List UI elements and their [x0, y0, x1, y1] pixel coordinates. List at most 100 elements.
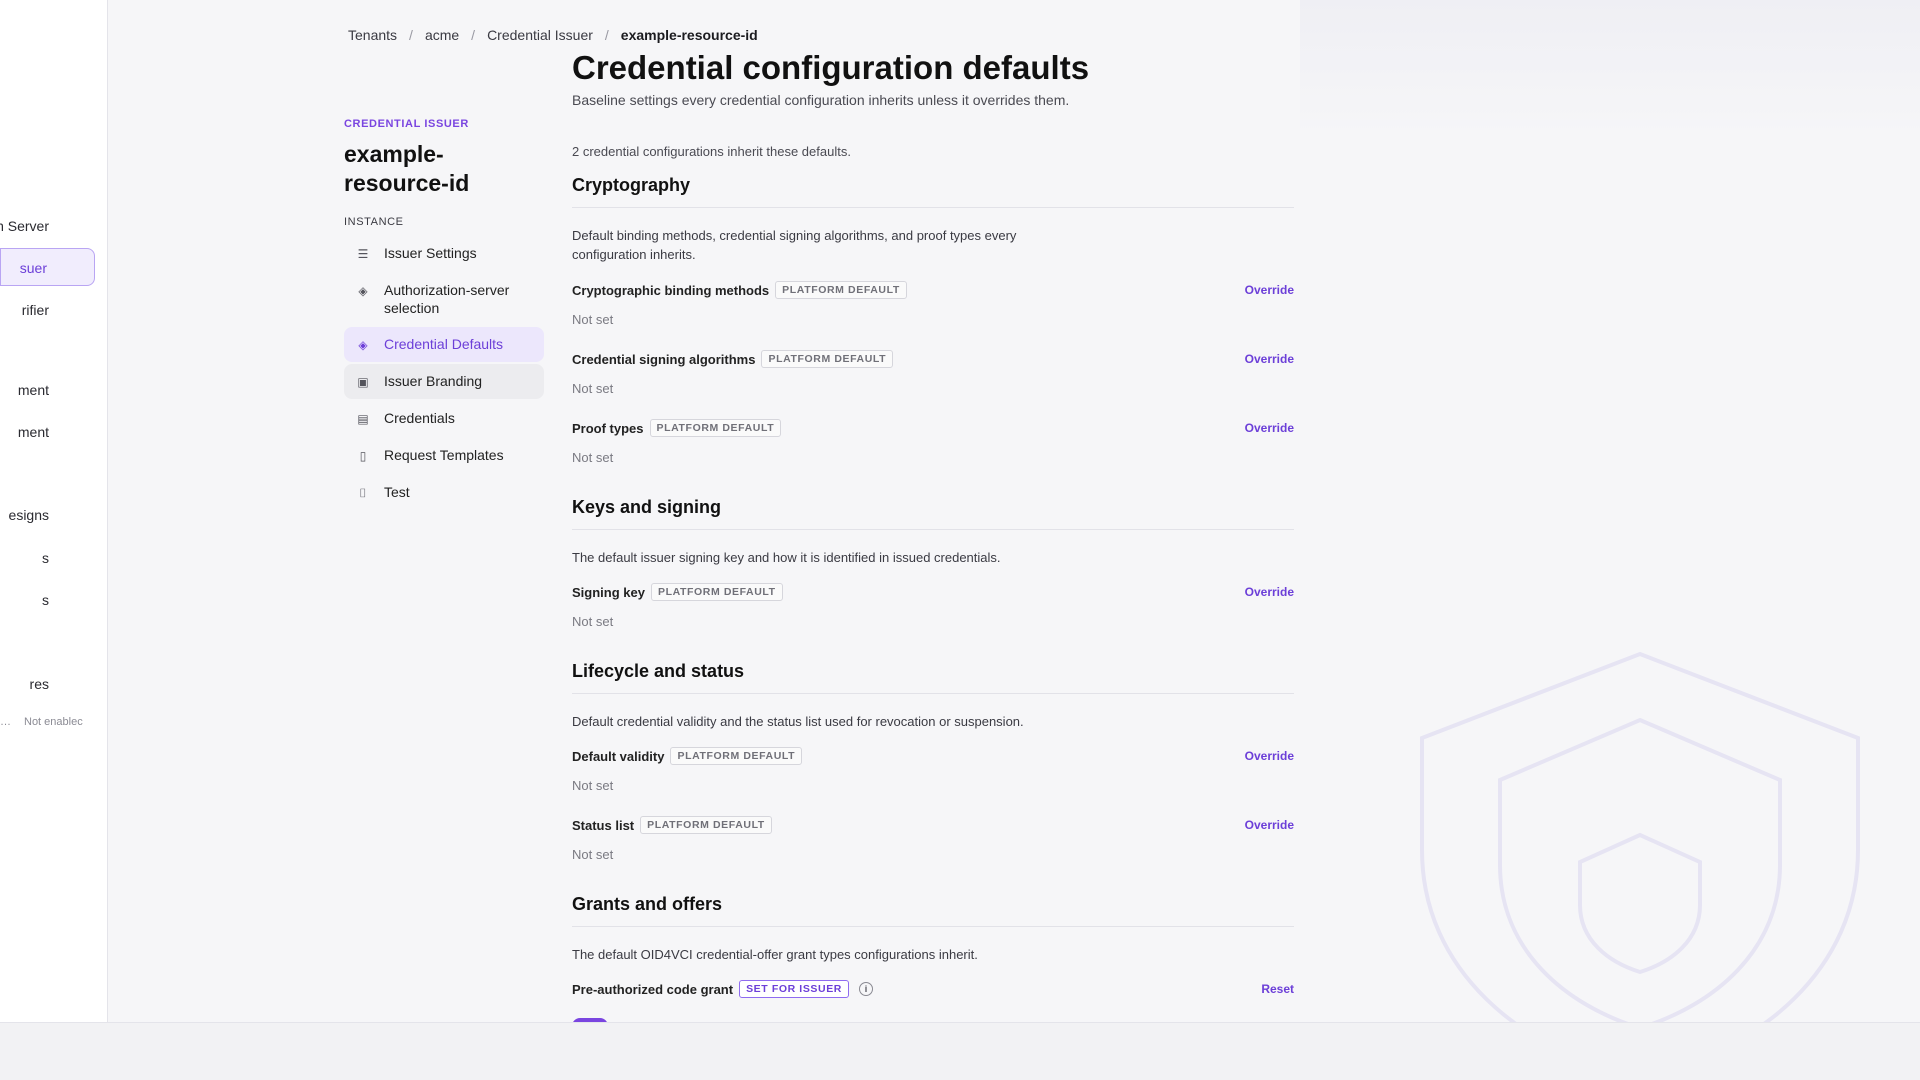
sidebar-item-issuer-settings[interactable]: ☰ Issuer Settings [344, 236, 544, 271]
global-nav-item-verifier[interactable]: rifier [0, 291, 96, 329]
override-button[interactable]: Override [1245, 818, 1294, 832]
field-pre-authorized-code-grant: Pre-authorized code grant SET FOR ISSUER… [572, 980, 1294, 998]
reset-button[interactable]: Reset [1261, 982, 1294, 996]
sidebar-item-label: Issuer Settings [384, 245, 477, 261]
field-value: Not set [572, 312, 614, 327]
field-signing-key: Signing key PLATFORM DEFAULT Override No… [572, 583, 1294, 629]
global-nav-item-management-2[interactable]: ment [0, 413, 96, 451]
platform-default-badge: PLATFORM DEFAULT [775, 281, 907, 299]
global-nav-item-8[interactable]: s [0, 581, 96, 619]
palette-doc-icon: ▣ [357, 375, 369, 389]
field-label: Signing key [572, 584, 645, 600]
info-icon[interactable]: i [859, 982, 873, 996]
field-value: Not set [572, 381, 614, 396]
bottom-bar [0, 1022, 1920, 1080]
layers-icon: ◈ [358, 284, 368, 298]
document-icon: ▯ [359, 449, 367, 463]
sidebar-item-label: Issuer Branding [384, 373, 483, 389]
field-value: Not set [572, 847, 614, 862]
breadcrumb-current: example-resource-id [620, 27, 758, 43]
sidebar-item-label: Authorization-server selection [384, 282, 510, 316]
field-value: Not set [572, 614, 614, 629]
global-nav-item-7[interactable]: s [0, 539, 96, 577]
field-label: Credential signing algorithms [572, 351, 756, 367]
sidebar-item-credential-defaults[interactable]: ◈ Credential Defaults [344, 327, 544, 362]
global-nav-item-designs[interactable]: esigns [0, 496, 96, 534]
section-title: Keys and signing [572, 497, 1294, 530]
section-lifecycle-status: Lifecycle and status Default credential … [572, 661, 1294, 862]
override-button[interactable]: Override [1245, 749, 1294, 763]
global-nav-item-authorization-server[interactable]: n Server [0, 207, 96, 245]
sidebar-item-credentials[interactable]: ▤ Credentials [344, 401, 544, 436]
platform-default-badge: PLATFORM DEFAULT [761, 350, 894, 368]
shield-watermark-icon [1420, 651, 1860, 1080]
sidebar-item-label: Test [384, 484, 410, 500]
field-proof-types: Proof types PLATFORM DEFAULT Override No… [572, 419, 1294, 465]
section-cryptography: Cryptography Default binding methods, cr… [572, 175, 1294, 465]
field-value: Not set [572, 778, 614, 793]
section-title: Grants and offers [572, 894, 1294, 927]
section-description: The default issuer signing key and how i… [572, 550, 1001, 565]
breadcrumb-separator: / [604, 27, 609, 43]
sliders-icon: ☰ [357, 247, 369, 261]
breadcrumb-tenants[interactable]: Tenants [348, 27, 397, 43]
breadcrumb-credential-issuer[interactable]: Credential Issuer [487, 27, 593, 43]
section-title: Lifecycle and status [572, 661, 1294, 694]
main-content: Credential configuration defaults Baseli… [572, 48, 1294, 998]
breadcrumb: Tenants / acme / Credential Issuer / exa… [348, 27, 758, 43]
resource-title: example- resource-id [344, 140, 544, 198]
layers-icon: ◈ [358, 338, 368, 352]
global-nav-item-features[interactable]: res [0, 665, 96, 703]
resource-title-line2: resource-id [344, 170, 470, 196]
section-keys-signing: Keys and signing The default issuer sign… [572, 497, 1294, 629]
override-button[interactable]: Override [1245, 421, 1294, 435]
breadcrumb-acme[interactable]: acme [425, 27, 459, 43]
inherit-note: 2 credential configurations inherit thes… [572, 144, 851, 159]
section-grants-offers: Grants and offers The default OID4VCI cr… [572, 894, 1294, 998]
field-label: Pre-authorized code grant [572, 981, 734, 997]
sidebar-eyebrow: CREDENTIAL ISSUER [344, 118, 469, 130]
global-nav-item-management-1[interactable]: ment [0, 371, 96, 409]
page-subtitle: Baseline settings every credential confi… [572, 92, 1070, 108]
override-button[interactable]: Override [1245, 283, 1294, 297]
field-label: Status list [572, 817, 635, 833]
field-label: Cryptographic binding methods [572, 282, 770, 298]
sidebar-item-label: Request Templates [384, 447, 504, 463]
sidebar-item-issuer-branding[interactable]: ▣ Issuer Branding [344, 364, 544, 399]
sidebar-item-authorization-server-selection[interactable]: ◈ Authorization-server selection [344, 273, 544, 325]
page-title: Credential configuration defaults [572, 49, 1090, 86]
field-label: Proof types [572, 420, 644, 436]
header-glow [1300, 0, 1920, 140]
platform-default-badge: PLATFORM DEFAULT [640, 816, 772, 834]
platform-default-badge: PLATFORM DEFAULT [650, 583, 783, 601]
platform-default-badge: PLATFORM DEFAULT [649, 419, 782, 437]
global-nav: n Server suer rifier ment ment esigns s … [0, 0, 108, 1022]
global-nav-item-credential-issuer[interactable]: suer [0, 248, 95, 286]
field-binding-methods: Cryptographic binding methods PLATFORM D… [572, 281, 1294, 327]
field-value: Not set [572, 450, 614, 465]
override-button[interactable]: Override [1245, 585, 1294, 599]
field-status-list: Status list PLATFORM DEFAULT Override No… [572, 816, 1294, 862]
platform-default-badge: PLATFORM DEFAULT [670, 747, 803, 765]
sidebar-item-test[interactable]: ⌷ Test [344, 475, 544, 510]
section-description: The default OID4VCI credential-offer gra… [572, 947, 978, 962]
field-label: Default validity [572, 748, 665, 764]
sidebar-item-request-templates[interactable]: ▯ Request Templates [344, 438, 544, 473]
instance-nav: ☰ Issuer Settings ◈ Authorization-server… [344, 236, 544, 510]
sidebar-item-label: Credential Defaults [384, 336, 504, 352]
section-description: Default binding methods, credential sign… [572, 228, 1017, 262]
status-ellipsis: … [0, 716, 11, 728]
section-title: Cryptography [572, 175, 1294, 208]
field-signing-algorithms: Credential signing algorithms PLATFORM D… [572, 350, 1294, 396]
section-description: Default credential validity and the stat… [572, 714, 1024, 729]
set-for-issuer-badge: SET FOR ISSUER [739, 980, 849, 998]
section-label-instance: INSTANCE [344, 216, 404, 228]
field-default-validity: Default validity PLATFORM DEFAULT Overri… [572, 747, 1294, 793]
breadcrumb-separator: / [471, 27, 476, 43]
flask-icon: ⌷ [359, 486, 367, 500]
sidebar-item-label: Credentials [384, 410, 455, 426]
override-button[interactable]: Override [1245, 352, 1294, 366]
resource-title-line1: example- [344, 141, 444, 167]
breadcrumb-separator: / [409, 27, 413, 43]
status-text: Not enablec [24, 716, 83, 728]
